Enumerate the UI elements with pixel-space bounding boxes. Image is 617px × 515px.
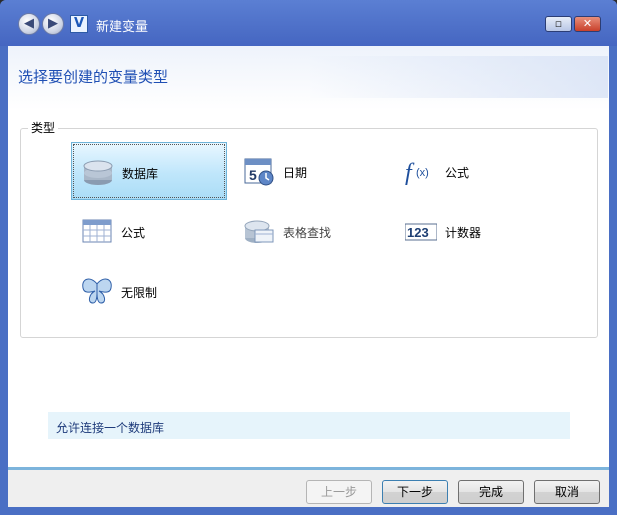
banner-decoration	[308, 56, 608, 98]
page-heading: 选择要创建的变量类型	[18, 68, 169, 86]
type-label: 无限制	[121, 286, 158, 300]
forward-arrow-icon[interactable]: ▶	[42, 13, 64, 35]
type-option-database[interactable]: 数据库	[71, 142, 227, 200]
counter-icon: 123	[404, 216, 438, 246]
type-label: 日期	[283, 166, 308, 180]
window-title: 新建变量	[96, 20, 149, 35]
type-label: 数据库	[122, 167, 159, 181]
finish-button[interactable]: 完成	[458, 480, 524, 504]
type-label: 公式	[121, 226, 146, 240]
butterfly-icon	[81, 276, 113, 306]
next-button[interactable]: 下一步	[382, 480, 448, 504]
previous-button[interactable]: 上一步	[306, 480, 372, 504]
type-option-unlimited[interactable]: 无限制	[71, 262, 227, 320]
svg-text:5: 5	[249, 167, 257, 183]
type-label: 表格查找	[283, 226, 332, 240]
close-button[interactable]: ✕	[574, 16, 601, 32]
type-label: 公式	[445, 166, 470, 180]
type-option-formula-table[interactable]: 公式	[71, 202, 227, 260]
function-icon: f (x)	[405, 156, 437, 186]
type-label: 计数器	[445, 226, 482, 240]
description-bar: 允许连接一个数据库	[48, 412, 570, 439]
back-arrow-icon[interactable]: ◀	[18, 13, 40, 35]
calendar-icon: 5	[243, 156, 275, 186]
header-banner: 选择要创建的变量类型	[8, 46, 609, 110]
svg-text:(x): (x)	[416, 167, 429, 179]
type-group-label: 类型	[28, 119, 59, 136]
description-text: 允许连接一个数据库	[56, 421, 165, 435]
type-option-counter[interactable]: 123 计数器	[395, 202, 551, 260]
type-option-date[interactable]: 5 日期	[233, 142, 389, 200]
button-bar: 上一步 下一步 完成 取消	[8, 467, 609, 507]
app-logo-icon: V	[70, 15, 88, 33]
wizard-window: ◀ ▶ V 新建变量 ▫ ✕ 选择要创建的变量类型 类型 数据库 5 日期 f …	[0, 0, 617, 515]
type-option-formula[interactable]: f (x) 公式	[395, 142, 551, 200]
table-lookup-icon	[243, 216, 275, 246]
type-option-table-lookup[interactable]: 表格查找	[233, 202, 389, 260]
title-bar: ◀ ▶ V 新建变量 ▫ ✕	[0, 0, 617, 46]
database-icon	[82, 157, 114, 187]
svg-text:f: f	[405, 160, 415, 186]
table-icon	[81, 216, 113, 246]
client-area: 选择要创建的变量类型 类型 数据库 5 日期 f (x) 公式 公式 表格查找 …	[8, 46, 609, 507]
maximize-button[interactable]: ▫	[545, 16, 572, 32]
cancel-button[interactable]: 取消	[534, 480, 600, 504]
svg-text:123: 123	[407, 225, 429, 240]
